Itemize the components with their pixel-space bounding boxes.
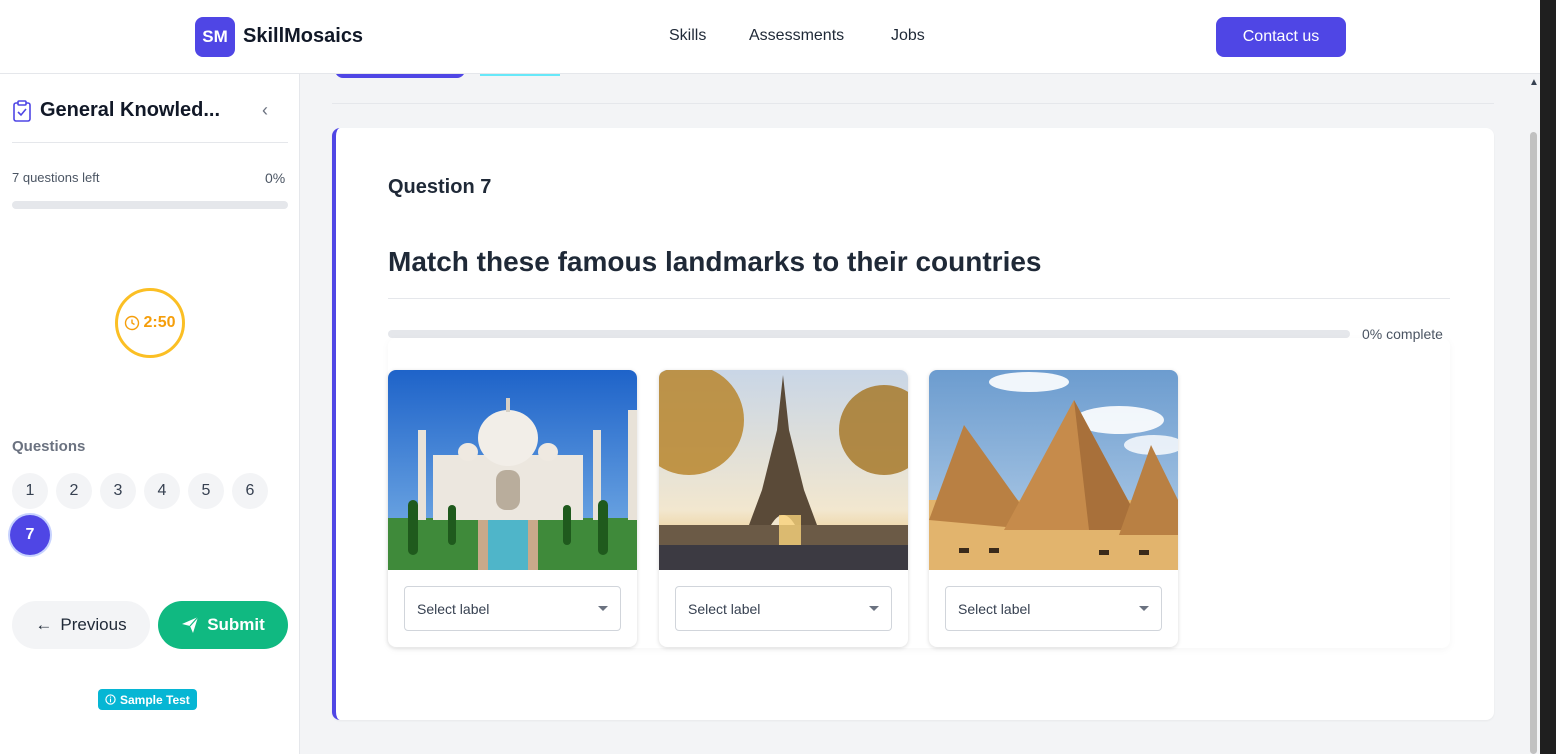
- send-icon: [182, 616, 199, 633]
- previous-label: Previous: [60, 615, 127, 634]
- question-nav-5[interactable]: 5: [188, 473, 224, 509]
- question-card: Question 7 Match these famous landmarks …: [332, 128, 1494, 720]
- sample-test-label: Sample Test: [120, 692, 190, 707]
- eiffel-tower-image: [659, 370, 908, 570]
- clipboard-check-icon: [13, 100, 31, 122]
- top-navbar: SM SkillMosaics Skills Assessments Jobs …: [0, 0, 1540, 74]
- divider: [388, 298, 1450, 299]
- brand-name[interactable]: SkillMosaics: [243, 25, 363, 48]
- arrow-left-icon: ←: [35, 615, 53, 634]
- nav-skills-link[interactable]: Skills: [669, 27, 706, 45]
- select-placeholder: Select label: [688, 600, 761, 617]
- questions-label: Questions: [12, 438, 86, 455]
- test-progress-bar: [12, 201, 288, 209]
- progress-percent: 0%: [265, 170, 286, 186]
- question-number-heading: Question 7: [388, 176, 492, 198]
- info-icon: [105, 694, 116, 705]
- scrollbar-thumb[interactable]: [1530, 132, 1537, 754]
- question-nav-1[interactable]: 1: [12, 473, 48, 509]
- scroll-up-arrow-icon[interactable]: ▲: [1529, 77, 1539, 88]
- timer-value: 2:50: [143, 314, 176, 331]
- landmark-2-label-select[interactable]: Select label: [675, 586, 892, 631]
- submit-label: Submit: [207, 615, 265, 634]
- caret-down-icon: [1139, 606, 1149, 611]
- nav-jobs-link[interactable]: Jobs: [891, 27, 925, 45]
- previous-button[interactable]: ← Previous: [12, 601, 150, 649]
- match-progress-bar: [388, 330, 1350, 338]
- pyramids-image: [929, 370, 1178, 570]
- select-placeholder: Select label: [958, 600, 1031, 617]
- landmark-3-label-select[interactable]: Select label: [945, 586, 1162, 631]
- questions-left-text: 7 questions left: [12, 170, 100, 185]
- matching-area: Select label Select label Select label: [388, 338, 1450, 648]
- clock-icon: [125, 315, 140, 331]
- page-scrollbar[interactable]: ▲: [1527, 74, 1540, 754]
- taj-mahal-image: [388, 370, 637, 570]
- question-nav-3[interactable]: 3: [100, 473, 136, 509]
- question-text: Match these famous landmarks to their co…: [388, 246, 1042, 277]
- landmark-card-pyramids: Select label: [929, 370, 1178, 647]
- question-nav-7-active[interactable]: 7: [10, 515, 50, 555]
- scrolled-tab-remnant: [480, 74, 560, 76]
- submit-button[interactable]: Submit: [158, 601, 288, 649]
- contact-us-button[interactable]: Contact us: [1216, 17, 1346, 57]
- logo-icon[interactable]: SM: [195, 17, 235, 57]
- chevron-left-icon[interactable]: ‹: [256, 100, 274, 120]
- test-title: General Knowled...: [40, 99, 221, 121]
- question-nav-6[interactable]: 6: [232, 473, 268, 509]
- caret-down-icon: [869, 606, 879, 611]
- window-edge: [1540, 0, 1556, 754]
- nav-assessments-link[interactable]: Assessments: [749, 27, 844, 45]
- divider: [332, 103, 1494, 104]
- landmark-1-label-select[interactable]: Select label: [404, 586, 621, 631]
- countdown-timer: 2:50: [115, 288, 185, 358]
- question-nav-2[interactable]: 2: [56, 473, 92, 509]
- question-nav-4[interactable]: 4: [144, 473, 180, 509]
- divider: [12, 142, 288, 143]
- select-placeholder: Select label: [417, 600, 490, 617]
- landmark-card-taj-mahal: Select label: [388, 370, 637, 647]
- sample-test-badge: Sample Test: [98, 689, 197, 710]
- caret-down-icon: [598, 606, 608, 611]
- landmark-card-eiffel-tower: Select label: [659, 370, 908, 647]
- test-sidebar: General Knowled... ‹ 7 questions left 0%…: [0, 74, 300, 754]
